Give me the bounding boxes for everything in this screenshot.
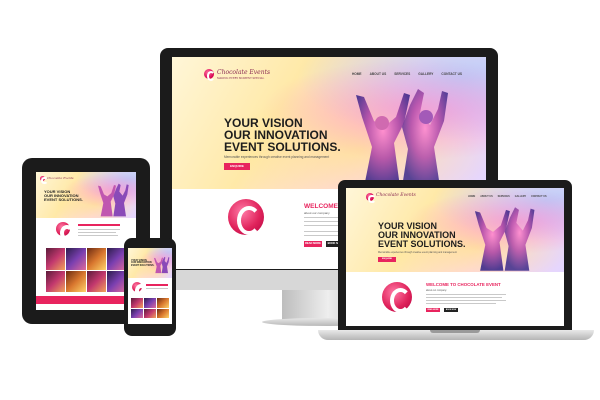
- hero-line-3: EVENT SOLUTIONS.: [224, 140, 341, 155]
- text-line: [78, 232, 116, 233]
- laptop-read-more-button[interactable]: READ MORE: [426, 308, 440, 312]
- hero-banner: Chocolate Events MAKING EVERY MOMENT SPE…: [172, 57, 486, 189]
- gallery-thumb[interactable]: [66, 270, 86, 292]
- text-line: [426, 297, 502, 298]
- nav-about[interactable]: ABOUT US: [370, 72, 387, 76]
- nav-contact[interactable]: CONTACT US: [441, 72, 462, 76]
- laptop-nav-services[interactable]: SERVICES: [498, 195, 510, 198]
- tablet-hero-heading: YOUR VISION OUR INNOVATION EVENT SOLUTIO…: [44, 189, 83, 203]
- tablet-dancers-image: [98, 183, 129, 217]
- laptop-logo-icon[interactable]: [366, 193, 376, 204]
- laptop-dancers-image: [474, 207, 535, 271]
- laptop-nav-home[interactable]: HOME: [468, 195, 475, 198]
- logo-text[interactable]: Chocolate Events: [217, 69, 270, 76]
- text-line: [78, 235, 118, 236]
- phone-welcome-logo: [132, 282, 147, 298]
- laptop-hero-line-3: EVENT SOLUTIONS.: [378, 239, 466, 250]
- nav-services[interactable]: SERVICES: [394, 72, 410, 76]
- laptop-nav-gallery[interactable]: GALLERY: [515, 195, 526, 198]
- gallery-thumb[interactable]: [86, 248, 106, 270]
- laptop-enquire-button[interactable]: ENQUIRE: [378, 257, 396, 262]
- gallery-thumb[interactable]: [157, 298, 169, 308]
- gallery-thumb[interactable]: [46, 270, 66, 292]
- laptop-screen: Chocolate Events HOME ABOUT US SERVICES …: [346, 188, 564, 326]
- tablet-logo-icon[interactable]: [40, 176, 48, 184]
- logo-icon[interactable]: [204, 69, 216, 81]
- text-line: [426, 294, 506, 295]
- laptop-welcome-title: WELCOME TO CHOCOLATE EVENT: [426, 282, 501, 287]
- laptop-book-now-button[interactable]: BOOK NOW: [444, 308, 458, 312]
- enquire-button[interactable]: ENQUIRE: [224, 163, 250, 170]
- tablet-logo-text[interactable]: Chocolate Events: [47, 176, 74, 180]
- tablet-hero: Chocolate Events YOUR VISION OUR INNOVAT…: [36, 172, 136, 218]
- tablet-welcome-logo: [56, 222, 74, 241]
- phone-hero-line-3: EVENT SOLUTIONS.: [131, 263, 155, 267]
- phone-screen: YOUR VISION OUR INNOVATION EVENT SOLUTIO…: [128, 248, 172, 324]
- gallery-thumb[interactable]: [86, 270, 106, 292]
- gallery-thumb[interactable]: [144, 298, 156, 308]
- laptop-nav: HOME ABOUT US SERVICES GALLERY CONTACT U…: [468, 195, 547, 198]
- laptop-logo-text[interactable]: Chocolate Events: [376, 193, 416, 198]
- logo-tagline: MAKING EVERY MOMENT SPECIAL: [217, 77, 265, 80]
- text-line: [426, 300, 506, 301]
- phone-dancers-image: [154, 256, 170, 274]
- tablet-pink-footer: [36, 296, 136, 304]
- gallery-thumb[interactable]: [46, 248, 66, 270]
- nav-home[interactable]: HOME: [352, 72, 362, 76]
- gallery-thumb[interactable]: [144, 308, 156, 318]
- hero-subtitle: Memorable experiences through creative e…: [224, 155, 330, 159]
- hero-heading: YOUR VISION OUR INNOVATION EVENT SOLUTIO…: [224, 117, 341, 154]
- text-line: [78, 229, 120, 230]
- phone-welcome-title-bar: [146, 284, 168, 286]
- laptop-hero-subtitle: Memorable experiences through creative e…: [378, 251, 457, 254]
- gallery-thumb[interactable]: [131, 308, 143, 318]
- tablet-hero-line-3: EVENT SOLUTIONS.: [44, 197, 83, 203]
- nav-gallery[interactable]: GALLERY: [418, 72, 433, 76]
- gallery-thumb[interactable]: [131, 298, 143, 308]
- phone-hero: YOUR VISION OUR INNOVATION EVENT SOLUTIO…: [128, 248, 172, 278]
- laptop-hero: Chocolate Events HOME ABOUT US SERVICES …: [346, 188, 564, 272]
- read-more-button[interactable]: READ MORE: [304, 241, 322, 247]
- responsive-mockup: Chocolate Events MAKING EVERY MOMENT SPE…: [0, 0, 600, 400]
- main-nav: HOME ABOUT US SERVICES GALLERY CONTACT U…: [352, 72, 462, 76]
- laptop-welcome-subtitle: about our company: [426, 289, 447, 292]
- phone-gallery-grid: [131, 298, 169, 318]
- laptop-hero-heading: YOUR VISION OUR INNOVATION EVENT SOLUTIO…: [378, 221, 466, 250]
- laptop-nav-contact[interactable]: CONTACT US: [531, 195, 547, 198]
- text-line: [146, 288, 168, 289]
- tablet-welcome-title-bar: [78, 224, 120, 226]
- gallery-thumb[interactable]: [66, 248, 86, 270]
- laptop-nav-about[interactable]: ABOUT US: [480, 195, 492, 198]
- dancers-image: [356, 89, 448, 187]
- welcome-subtitle: about our company: [304, 211, 330, 215]
- tablet-screen: Chocolate Events YOUR VISION OUR INNOVAT…: [36, 172, 136, 310]
- welcome-logo-icon: [228, 199, 264, 236]
- text-line: [426, 303, 496, 304]
- tablet-gallery-grid: [46, 248, 126, 292]
- gallery-thumb[interactable]: [157, 308, 169, 318]
- phone-hero-heading: YOUR VISION OUR INNOVATION EVENT SOLUTIO…: [131, 259, 155, 267]
- laptop-welcome-logo: [382, 282, 412, 314]
- laptop-notch: [430, 330, 480, 333]
